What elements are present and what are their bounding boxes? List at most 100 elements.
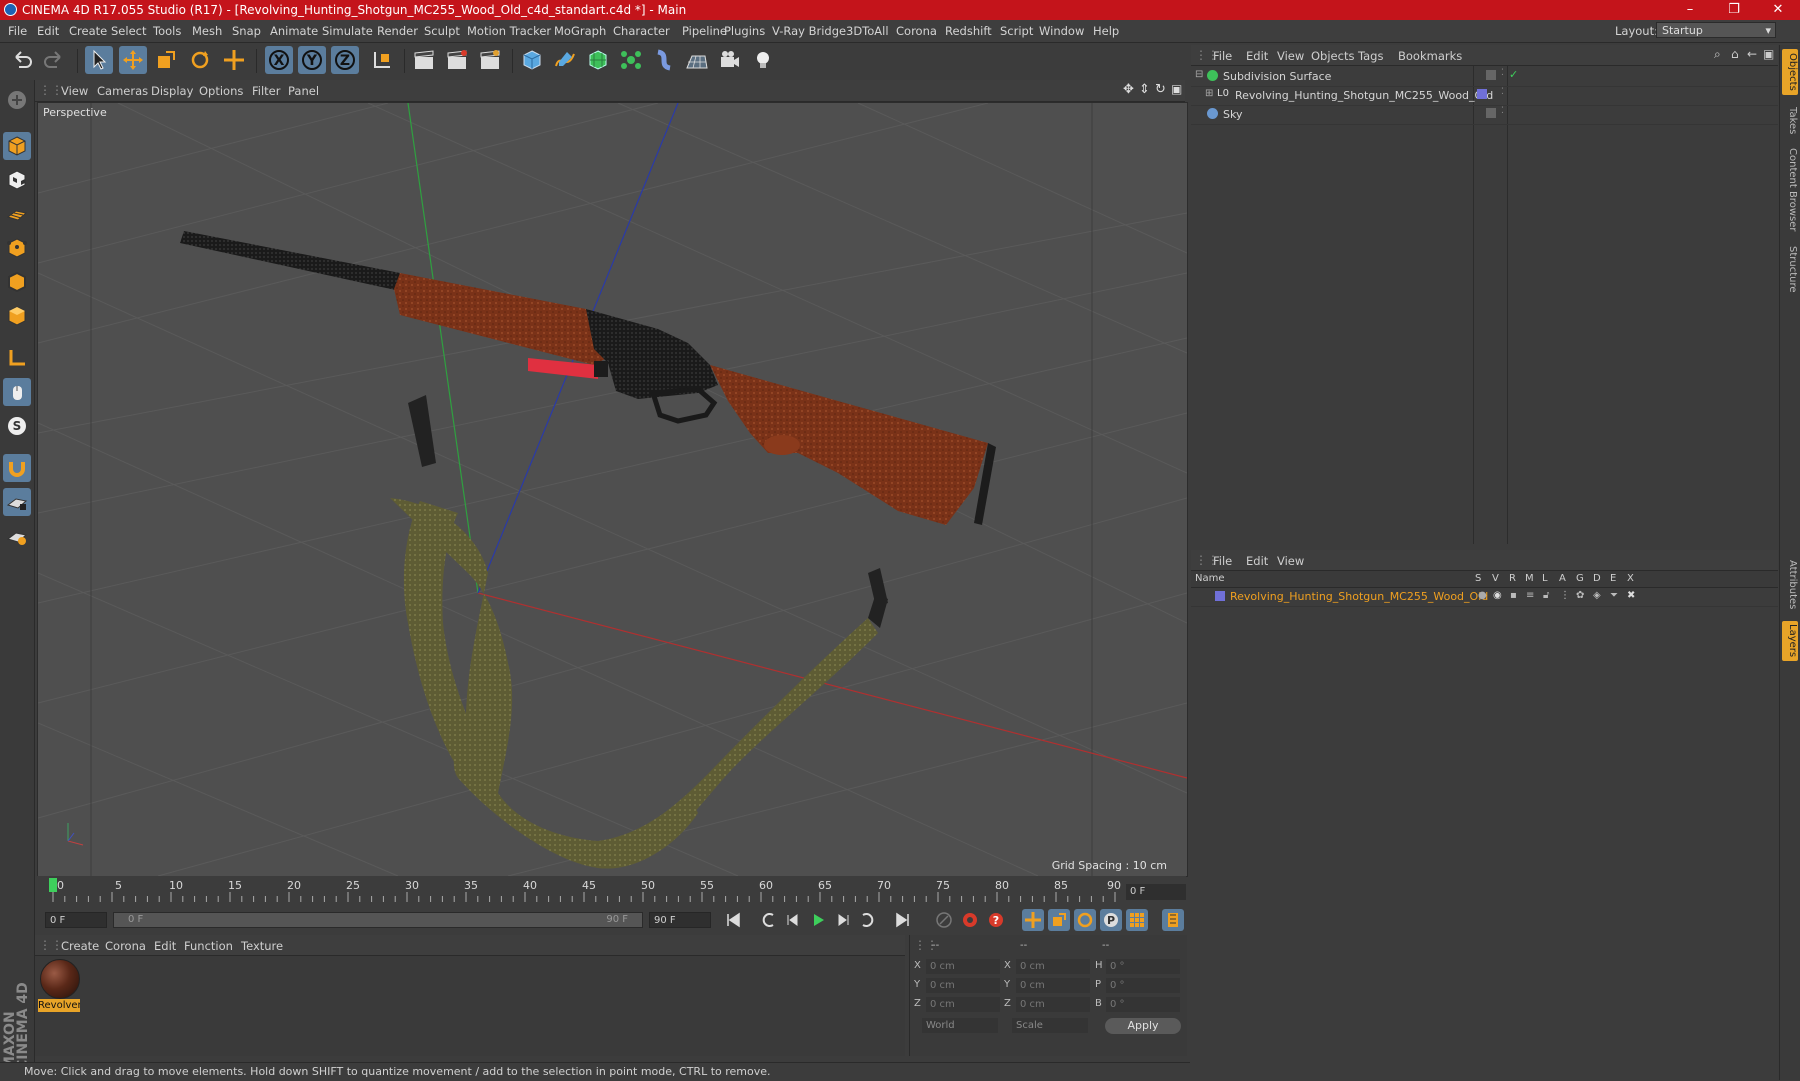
key-scale-button[interactable]	[1048, 909, 1070, 931]
tab-objects[interactable]: Objects	[1782, 49, 1798, 95]
workplane-lock-button[interactable]	[3, 488, 31, 516]
pos-z-field[interactable]: 0 cm	[926, 997, 1000, 1012]
workplane-mode-button[interactable]	[3, 200, 31, 228]
coordinate-mode-select[interactable]: World	[922, 1018, 998, 1033]
enable-axis-button[interactable]	[3, 344, 31, 372]
column-generators[interactable]: G	[1576, 573, 1584, 584]
rotate-view-icon[interactable]: ↻	[1155, 82, 1166, 97]
material-menu-corona[interactable]: Corona	[105, 939, 146, 953]
key-pla-button[interactable]	[1126, 909, 1148, 931]
redo-button[interactable]	[40, 46, 68, 74]
texture-mode-button[interactable]	[3, 166, 31, 194]
next-key-button[interactable]	[857, 909, 879, 931]
column-solo[interactable]: S	[1475, 573, 1481, 584]
size-y-field[interactable]: 0 cm	[1016, 978, 1090, 993]
menu-sculpt[interactable]: Sculpt	[424, 24, 460, 38]
enabled-check-icon[interactable]: ✓	[1509, 68, 1518, 81]
add-mograph-button[interactable]	[617, 46, 645, 74]
objects-menu-view[interactable]: View	[1277, 49, 1304, 63]
viewport-menu-options[interactable]: Options	[199, 84, 243, 98]
size-z-field[interactable]: 0 cm	[1016, 997, 1090, 1012]
current-frame-field[interactable]: 0 F	[1126, 884, 1186, 900]
menu-window[interactable]: Window	[1039, 24, 1084, 38]
layers-menu-view[interactable]: View	[1277, 554, 1304, 568]
key-parameter-button[interactable]: P	[1100, 909, 1122, 931]
solo-toggle-icon[interactable]: ●	[1478, 590, 1487, 601]
add-camera-button[interactable]	[716, 46, 744, 74]
expand-icon[interactable]: ⊞	[1205, 88, 1213, 99]
column-visible[interactable]: V	[1492, 573, 1499, 584]
model-mode-button[interactable]	[3, 132, 31, 160]
viewport-menu-view[interactable]: View	[61, 84, 88, 98]
menu-snap[interactable]: Snap	[232, 24, 261, 38]
apply-button[interactable]: Apply	[1105, 1018, 1181, 1034]
maximize-button[interactable]: ❐	[1712, 0, 1756, 20]
play-button[interactable]	[807, 909, 829, 931]
close-button[interactable]: ✕	[1756, 0, 1800, 20]
tab-structure[interactable]: Structure	[1782, 241, 1798, 297]
menu-corona[interactable]: Corona	[896, 24, 937, 38]
expression-toggle-icon[interactable]: ⏷	[1610, 590, 1618, 601]
menu-help[interactable]: Help	[1093, 24, 1119, 38]
maximize-view-icon[interactable]: ▣	[1171, 82, 1182, 96]
menu-character[interactable]: Character	[613, 24, 670, 38]
objects-menu-objects[interactable]: Objects	[1311, 49, 1354, 63]
column-name[interactable]: Name	[1195, 573, 1225, 584]
objects-menu-bookmarks[interactable]: Bookmarks	[1398, 49, 1462, 63]
viewport-menu-display[interactable]: Display	[151, 84, 193, 98]
point-mode-button[interactable]	[3, 234, 31, 262]
pan-view-icon[interactable]: ✥	[1123, 82, 1134, 97]
back-icon[interactable]: ←	[1747, 47, 1757, 61]
render-settings-button[interactable]	[476, 46, 504, 74]
menu-select[interactable]: Select	[111, 24, 146, 38]
next-frame-button[interactable]	[832, 909, 854, 931]
layer-row[interactable]: Revolving_Hunting_Shotgun_MC255_Wood_Old…	[1191, 588, 1778, 607]
rot-p-field[interactable]: 0 °	[1106, 978, 1180, 993]
coordinate-system-button[interactable]	[368, 46, 396, 74]
render-toggle-icon[interactable]: ▪	[1510, 590, 1517, 601]
tab-takes[interactable]: Takes	[1782, 101, 1798, 141]
material-menu-create[interactable]: Create	[61, 939, 99, 953]
previous-key-button[interactable]	[757, 909, 779, 931]
viewport-menu-panel[interactable]: Panel	[288, 84, 319, 98]
perspective-viewport[interactable]: Perspective Grid Spacing : 10 cm	[37, 102, 1188, 877]
lock-icon[interactable]: 🔓︎	[1543, 590, 1549, 601]
manager-toggle-icon[interactable]: ≡	[1526, 590, 1534, 601]
timeline-ruler[interactable]: 0 5 10 15 20 25 30 35 40 45 50 55 60 65 …	[37, 876, 1186, 904]
maximize-panel-icon[interactable]: ▣	[1763, 47, 1774, 61]
menu-pipeline[interactable]: Pipeline	[682, 24, 727, 38]
deformer-toggle-icon[interactable]: ◈	[1593, 590, 1601, 601]
menu-render[interactable]: Render	[377, 24, 418, 38]
collapse-icon[interactable]: ⊟	[1195, 69, 1203, 80]
visibility-dots-icon[interactable]: ⁚	[1501, 87, 1504, 97]
column-expressions[interactable]: E	[1610, 573, 1616, 584]
column-deformers[interactable]: D	[1593, 573, 1601, 584]
size-x-field[interactable]: 0 cm	[1016, 959, 1090, 974]
menu-vray-bridge[interactable]: V-Ray Bridge	[772, 24, 846, 38]
scale-tool-button[interactable]	[152, 46, 180, 74]
move-tool-button[interactable]	[119, 46, 147, 74]
xref-toggle-icon[interactable]: ✖	[1627, 590, 1635, 601]
pos-y-field[interactable]: 0 cm	[926, 978, 1000, 993]
workplane-align-button[interactable]	[3, 522, 31, 550]
size-mode-select[interactable]: Scale	[1012, 1018, 1088, 1033]
layer-swatch[interactable]	[1486, 108, 1496, 118]
tweak-mode-button[interactable]	[3, 378, 31, 406]
column-animation[interactable]: A	[1559, 573, 1566, 584]
menu-animate[interactable]: Animate	[270, 24, 318, 38]
tab-layers[interactable]: Layers	[1782, 621, 1798, 661]
rotate-tool-button[interactable]	[186, 46, 214, 74]
add-generator-button[interactable]	[584, 46, 612, 74]
visible-eye-icon[interactable]: ◉	[1493, 590, 1502, 601]
keyframe-selection-button[interactable]: ?	[985, 909, 1007, 931]
home-icon[interactable]: ⌂	[1731, 47, 1739, 61]
layer-color-swatch[interactable]	[1215, 591, 1225, 601]
viewport-menu-cameras[interactable]: Cameras	[97, 84, 148, 98]
select-tool-button[interactable]	[85, 46, 113, 74]
material-menu-function[interactable]: Function	[184, 939, 233, 953]
zoom-view-icon[interactable]: ⇕	[1139, 82, 1150, 97]
material-menu-edit[interactable]: Edit	[154, 939, 176, 953]
viewport-menu-filter[interactable]: Filter	[252, 84, 280, 98]
add-light-button[interactable]	[749, 46, 777, 74]
go-to-end-button[interactable]	[892, 909, 914, 931]
